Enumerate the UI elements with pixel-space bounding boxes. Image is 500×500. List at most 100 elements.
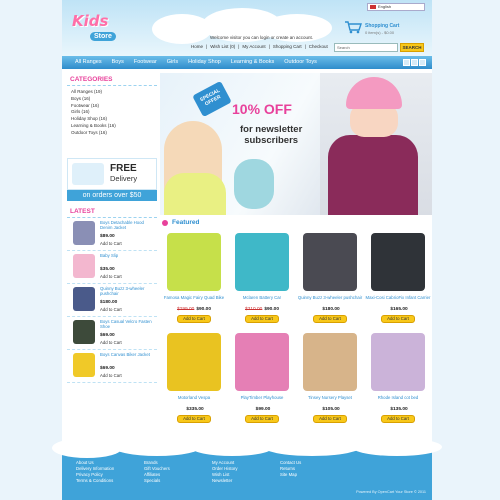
bookmark-icon[interactable]: [419, 59, 426, 66]
cart-summary: 0 item(s) - $0.00: [365, 30, 395, 35]
teddy-bear-image: [234, 159, 274, 209]
share-icon[interactable]: [411, 59, 418, 66]
cart-title[interactable]: Shopping Cart: [365, 23, 399, 29]
nav-outdoor-toys[interactable]: Outdoor Toys: [279, 56, 322, 69]
search-input[interactable]: Search: [334, 43, 398, 52]
product-name[interactable]: Mclaren Battery Car: [228, 295, 296, 300]
latest-item: Boys Canvas Biker Jacket $69.00 Add to C…: [67, 350, 157, 383]
link-checkout[interactable]: Checkout: [309, 44, 328, 49]
link-wishlist[interactable]: Wish List (0): [210, 44, 235, 49]
flag-icon: [370, 5, 376, 9]
product-name[interactable]: Motorland Vespa: [160, 395, 228, 400]
add-to-cart-button[interactable]: Add to Cart: [245, 415, 279, 423]
footer-link[interactable]: Site Map: [280, 472, 348, 478]
latest-item-price: $35.00: [100, 267, 115, 272]
cart-icon[interactable]: [344, 20, 362, 34]
product-image[interactable]: [167, 233, 221, 291]
add-to-cart-button[interactable]: Add to Cart: [177, 315, 211, 323]
add-to-cart-link[interactable]: Add to Cart: [100, 373, 122, 378]
product-price: $99.00: [228, 407, 296, 412]
link-home[interactable]: Home: [191, 44, 203, 49]
category-item[interactable]: All Ranges (19): [71, 89, 153, 96]
product-thumbnail[interactable]: [73, 353, 95, 377]
add-to-cart-button[interactable]: Add to Cart: [245, 315, 279, 323]
category-item[interactable]: Girls (16): [71, 109, 153, 116]
category-item[interactable]: Boys (16): [71, 96, 153, 103]
latest-item-name[interactable]: Boys Casual Velcro Fasten Shoe: [100, 319, 156, 329]
add-to-cart-button[interactable]: Add to Cart: [177, 415, 211, 423]
free-label: FREE: [110, 163, 137, 174]
product-name[interactable]: Maxi-Cosi CabrioFix Infant Carrier: [364, 295, 432, 300]
product-new-price: $99.00: [255, 407, 271, 412]
add-to-cart-link[interactable]: Add to Cart: [100, 340, 122, 345]
product-image[interactable]: [235, 333, 289, 391]
add-to-cart-link[interactable]: Add to Cart: [100, 274, 122, 279]
product-name[interactable]: Tinsey Nursery Playset: [296, 395, 364, 400]
promo-banner[interactable]: SPECIAL OFFER 10% OFF for newsletter sub…: [160, 73, 432, 215]
category-item[interactable]: Holiday Shop (16): [71, 116, 153, 123]
product-price: $135.00: [364, 407, 432, 412]
product-thumbnail[interactable]: [73, 221, 95, 245]
banner-girl-coat: [328, 135, 418, 215]
orders-over-label: on orders over $50: [67, 190, 157, 201]
featured-heading: Featured: [160, 219, 432, 226]
add-to-cart-button[interactable]: Add to Cart: [381, 415, 415, 423]
product-image[interactable]: [371, 233, 425, 291]
banner-baby-shirt: [164, 173, 226, 215]
add-to-cart-button[interactable]: Add to Cart: [313, 415, 347, 423]
page: Kids Store English Shopping Cart 0 item(…: [52, 0, 442, 500]
featured-section: Featured Famosa Magic Fairy Quad Bike $29…: [160, 219, 432, 423]
product-name[interactable]: Quinny Buzz 3-wheeler pushchair: [296, 295, 364, 300]
product-thumbnail[interactable]: [73, 254, 95, 278]
add-to-cart-link[interactable]: Add to Cart: [100, 307, 122, 312]
product-card: Quinny Buzz 3-wheeler pushchair $180.00 Ad…: [296, 231, 364, 331]
latest-item-name[interactable]: Quinny Buzz 3-wheeler pushchair: [100, 286, 156, 296]
product-name[interactable]: Rhode Island cot bed: [364, 395, 432, 400]
link-cart[interactable]: Shopping Cart: [273, 44, 302, 49]
product-image[interactable]: [371, 333, 425, 391]
footer-link[interactable]: Newsletter: [212, 478, 280, 484]
banner-subline: for newsletter subscribers: [240, 124, 302, 146]
nav-icons: [403, 59, 426, 66]
latest-item-name[interactable]: Boys Canvas Biker Jacket: [100, 352, 156, 357]
free-delivery-banner[interactable]: FREE Delivery: [67, 158, 157, 190]
latest-item-name[interactable]: Baby Slip: [100, 253, 156, 258]
rss-icon[interactable]: [403, 59, 410, 66]
product-name[interactable]: Famosa Magic Fairy Quad Bike: [160, 295, 228, 300]
nav-footwear[interactable]: Footwear: [129, 56, 162, 69]
latest-item-name[interactable]: Boys Detachable Hood Denim Jacket: [100, 220, 156, 230]
product-thumbnail[interactable]: [73, 287, 95, 311]
logo[interactable]: Kids Store: [66, 6, 122, 50]
footer-column-extras: Brands Gift Vouchers Affiliates Specials: [144, 460, 212, 484]
nav-boys[interactable]: Boys: [107, 56, 129, 69]
search-button[interactable]: SEARCH: [400, 43, 424, 52]
footer-column-account: My Account Order History Wish List Newsl…: [212, 460, 280, 484]
header: Kids Store English Shopping Cart 0 item(…: [62, 0, 432, 56]
category-item[interactable]: Outdoor Toys (16): [71, 130, 153, 137]
nav-all-ranges[interactable]: All Ranges: [70, 56, 107, 69]
category-item[interactable]: Learning & Books (16): [71, 123, 153, 130]
footer-link[interactable]: Terms & Conditions: [76, 478, 144, 484]
product-image[interactable]: [303, 233, 357, 291]
category-item[interactable]: Footwear (16): [71, 103, 153, 110]
language-select[interactable]: English: [367, 3, 425, 11]
product-image[interactable]: [167, 333, 221, 391]
link-account[interactable]: My Account: [242, 44, 265, 49]
product-new-price: $165.00: [390, 307, 408, 312]
product-image[interactable]: [235, 233, 289, 291]
product-card: Motorland Vespa $335.00 Add to Cart: [160, 331, 228, 431]
latest-item-price: $89.00: [100, 234, 115, 239]
nav-learning-books[interactable]: Learning & Books: [226, 56, 279, 69]
latest-item-price: $180.00: [100, 300, 118, 305]
add-to-cart-link[interactable]: Add to Cart: [100, 241, 122, 246]
latest-item: Boys Casual Velcro Fasten Shoe $69.00 Ad…: [67, 317, 157, 350]
nav-girls[interactable]: Girls: [162, 56, 183, 69]
product-thumbnail[interactable]: [73, 320, 95, 344]
product-old-price: $299.00: [176, 307, 195, 312]
add-to-cart-button[interactable]: Add to Cart: [313, 315, 347, 323]
product-image[interactable]: [303, 333, 357, 391]
add-to-cart-button[interactable]: Add to Cart: [381, 315, 415, 323]
product-name[interactable]: PlayTimber Playhouse: [228, 395, 296, 400]
footer-link[interactable]: Specials: [144, 478, 212, 484]
nav-holiday-shop[interactable]: Holiday Shop: [183, 56, 226, 69]
